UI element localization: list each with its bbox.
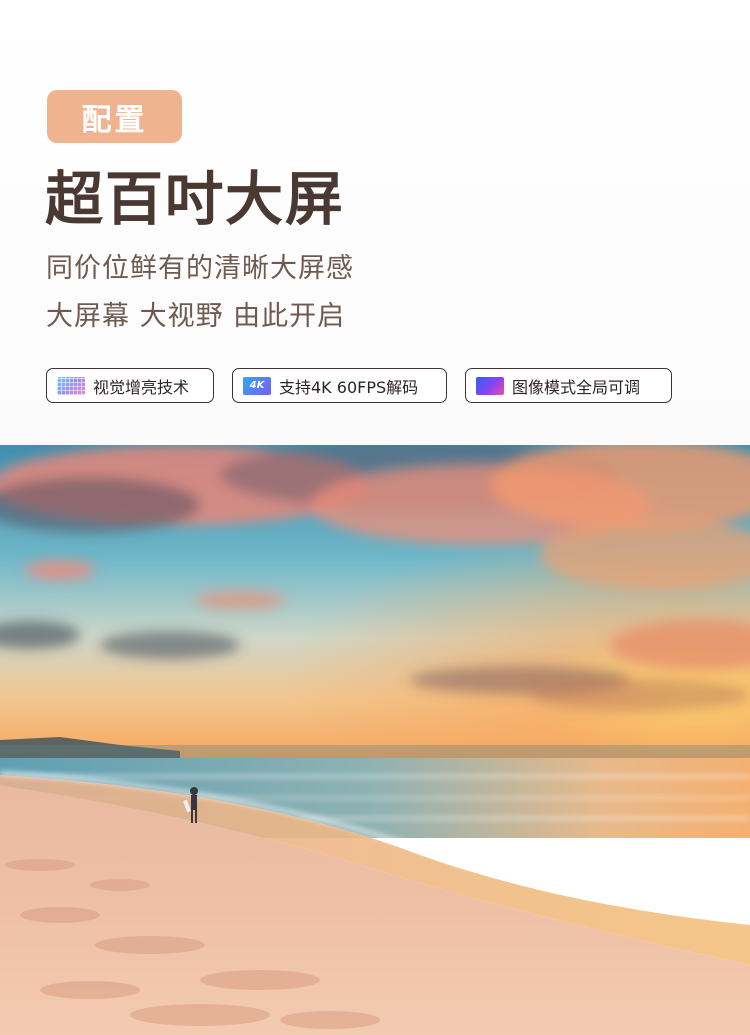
feature-label: 图像模式全局可调 (512, 377, 641, 397)
feature-label: 支持4K 60FPS解码 (279, 377, 419, 397)
feature-tag-4k: 4K 支持4K 60FPS解码 (232, 368, 447, 403)
page-title: 超百吋大屏 (45, 165, 346, 233)
config-badge: 配置 (47, 90, 182, 143)
subtitle-line-2: 大屏幕 大视野 由此开启 (46, 301, 346, 332)
beach-scene-illustration (0, 445, 750, 1035)
sunset-beach-photo (0, 445, 750, 1035)
feature-label: 视觉增亮技术 (93, 377, 190, 397)
header-section: 配置 超百吋大屏 同价位鲜有的清晰大屏感 大屏幕 大视野 由此开启 视觉增亮技术… (0, 0, 750, 445)
4k-badge-icon: 4K (243, 376, 271, 395)
config-badge-label: 配置 (81, 102, 148, 138)
feature-tag-brightness: 视觉增亮技术 (46, 368, 214, 403)
color-mode-icon (476, 376, 504, 395)
feature-tag-image-mode: 图像模式全局可调 (465, 368, 672, 403)
pixel-grid-icon (57, 376, 85, 395)
subtitle-line-1: 同价位鲜有的清晰大屏感 (46, 253, 354, 284)
